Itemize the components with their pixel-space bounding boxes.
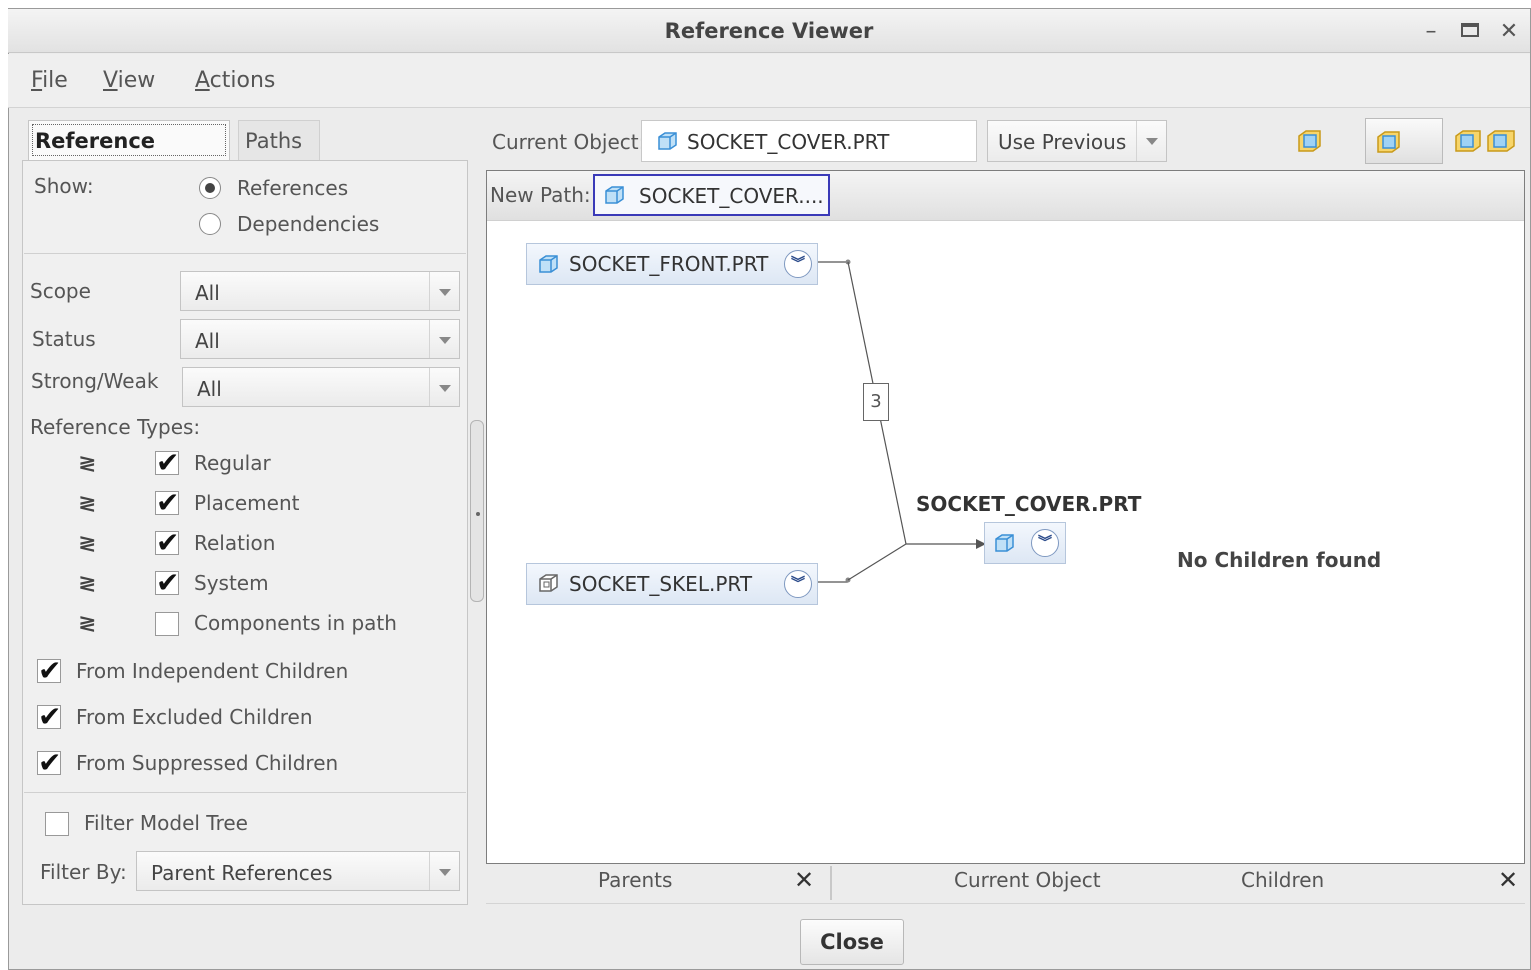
edge-count-badge: 3: [863, 383, 889, 421]
column-divider: [830, 866, 832, 900]
node-socket-cover[interactable]: ︾: [984, 522, 1066, 564]
node-socket-front[interactable]: SOCKET_FRONT.PRT ︾: [526, 243, 818, 285]
close-children-icon[interactable]: ✕: [1498, 866, 1518, 894]
no-children-message: No Children found: [1177, 548, 1382, 572]
close-button[interactable]: Close: [800, 919, 904, 965]
expand-chevron-icon[interactable]: ︾: [1031, 529, 1059, 557]
close-parents-icon[interactable]: ✕: [794, 866, 814, 894]
parents-column-label: Parents: [598, 868, 673, 892]
node-socket-skel[interactable]: SOCKET_SKEL.PRT ︾: [526, 563, 818, 605]
part-icon: [995, 534, 1014, 552]
current-object-column-label: Current Object: [954, 868, 1101, 892]
graph-edges: [818, 259, 986, 583]
current-node-title: SOCKET_COVER.PRT: [916, 492, 1142, 516]
node-label: SOCKET_FRONT.PRT: [569, 252, 769, 276]
expand-chevron-icon[interactable]: ︾: [784, 250, 812, 278]
node-label: SOCKET_SKEL.PRT: [569, 572, 753, 596]
part-icon: [539, 255, 558, 273]
expand-chevron-icon[interactable]: ︾: [784, 570, 812, 598]
children-column-label: Children: [1241, 868, 1325, 892]
skeleton-part-icon: [539, 574, 558, 592]
